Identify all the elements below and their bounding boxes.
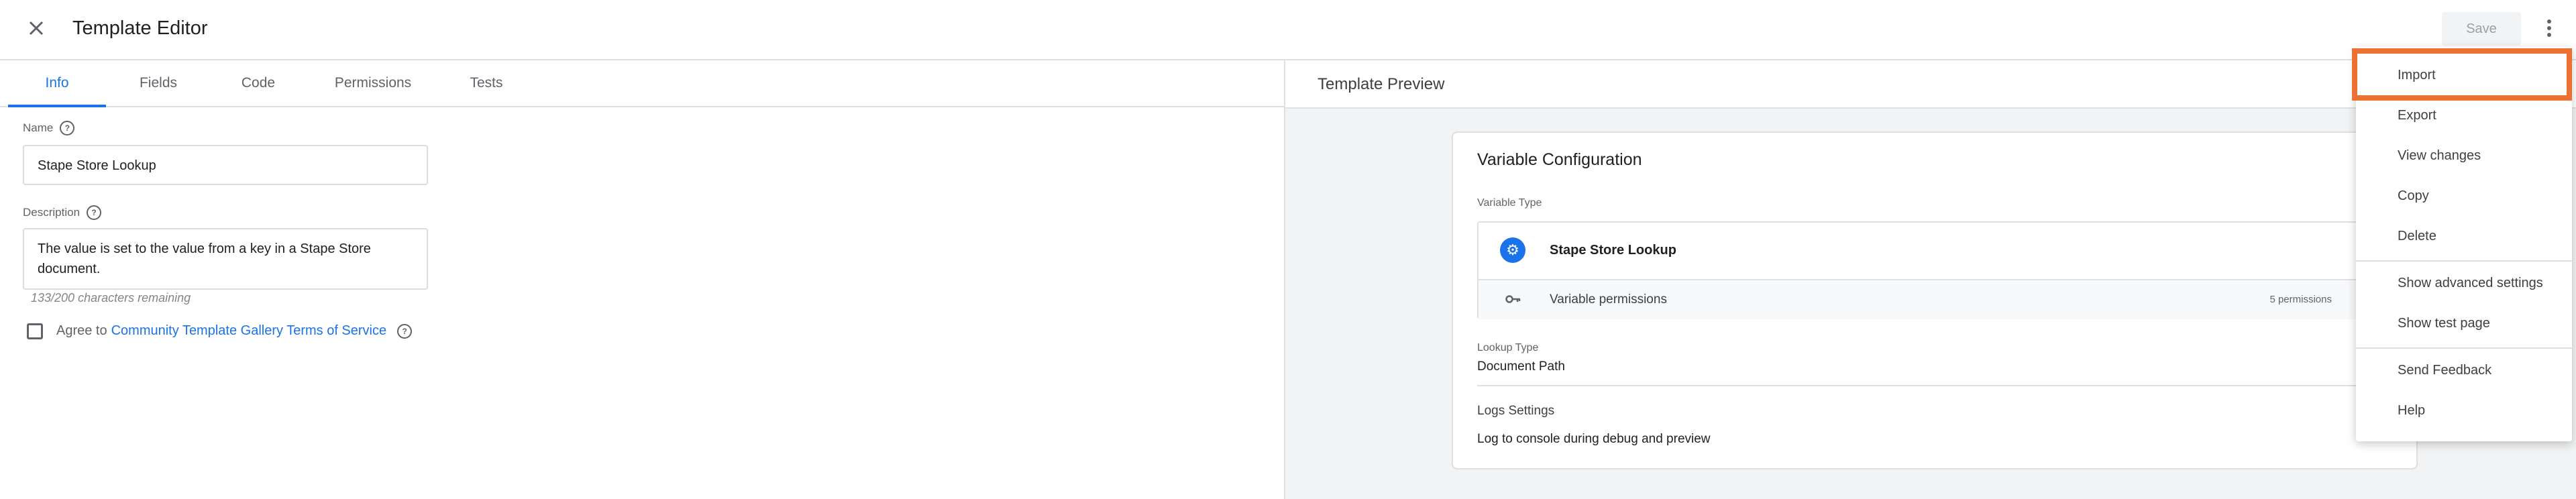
menu-item-copy[interactable]: Copy [2356, 177, 2572, 215]
tab-tests[interactable]: Tests [443, 60, 530, 106]
more-options-button[interactable] [2534, 13, 2564, 43]
name-label-row: Name ? [23, 121, 75, 135]
page-title: Template Editor [72, 17, 208, 39]
import-highlight-box [2352, 48, 2572, 101]
tab-info[interactable]: Info [8, 60, 106, 107]
editor-panel: Info Fields Code Permissions Tests Name … [0, 60, 1284, 499]
agree-text: Agree to [56, 323, 107, 338]
save-button[interactable]: Save [2442, 12, 2521, 46]
name-input[interactable]: Stape Store Lookup [23, 145, 428, 185]
description-label: Description [23, 206, 80, 219]
tab-code[interactable]: Code [215, 60, 302, 106]
menu-item-help[interactable]: Help [2356, 392, 2572, 429]
variable-type-name: Stape Store Lookup [1550, 243, 1676, 258]
chars-remaining: 133/200 characters remaining [31, 291, 191, 304]
menu-item-delete[interactable]: Delete [2356, 217, 2572, 255]
tab-fields[interactable]: Fields [111, 60, 205, 106]
close-button[interactable] [21, 13, 51, 43]
tab-permissions[interactable]: Permissions [315, 60, 431, 106]
permissions-count: 5 permissions [2269, 294, 2332, 305]
menu-item-export[interactable]: Export [2356, 97, 2572, 134]
permissions-label: Variable permissions [1550, 292, 1667, 307]
agree-row: Agree to Community Template Gallery Term… [56, 323, 413, 339]
agree-checkbox[interactable] [27, 323, 43, 339]
lookup-type-value: Document Path [1477, 359, 1565, 374]
variable-type-box[interactable]: ⚙ Stape Store Lookup Variable permission… [1477, 221, 2403, 319]
preview-title: Template Preview [1318, 75, 1445, 93]
variable-config-card: Variable Configuration Variable Type ⚙ S… [1452, 131, 2418, 469]
menu-item-show-test-page[interactable]: Show test page [2356, 304, 2572, 342]
gear-icon: ⚙ [1500, 237, 1525, 263]
close-icon [29, 21, 44, 36]
top-bar: Template Editor Save [0, 0, 2576, 60]
menu-item-view-changes[interactable]: View changes [2356, 137, 2572, 174]
variable-type-label: Variable Type [1477, 197, 1542, 209]
more-vert-icon [2547, 19, 2551, 37]
key-icon [1505, 295, 1521, 303]
menu-item-send-feedback[interactable]: Send Feedback [2356, 351, 2572, 389]
logs-settings-label: Logs Settings [1477, 404, 1555, 418]
lookup-type-label: Lookup Type [1477, 342, 1539, 353]
description-label-row: Description ? [23, 205, 102, 220]
logs-settings-value: Log to console during debug and preview [1477, 432, 1711, 446]
menu-item-show-advanced-settings[interactable]: Show advanced settings [2356, 264, 2572, 302]
divider [1477, 385, 2403, 386]
card-title: Variable Configuration [1477, 150, 1642, 169]
name-label: Name [23, 121, 54, 134]
menu-divider [2356, 347, 2572, 349]
menu-divider [2356, 260, 2572, 262]
terms-link[interactable]: Community Template Gallery Terms of Serv… [111, 323, 387, 339]
help-icon[interactable]: ? [60, 121, 75, 135]
tab-bar: Info Fields Code Permissions Tests [0, 60, 1284, 107]
more-options-menu: Import Export View changes Copy Delete S… [2356, 47, 2572, 441]
description-textarea[interactable]: The value is set to the value from a key… [23, 228, 428, 290]
help-icon[interactable]: ? [87, 205, 102, 220]
help-icon[interactable]: ? [397, 323, 413, 339]
permissions-row[interactable]: Variable permissions 5 permissions [1479, 279, 2402, 319]
